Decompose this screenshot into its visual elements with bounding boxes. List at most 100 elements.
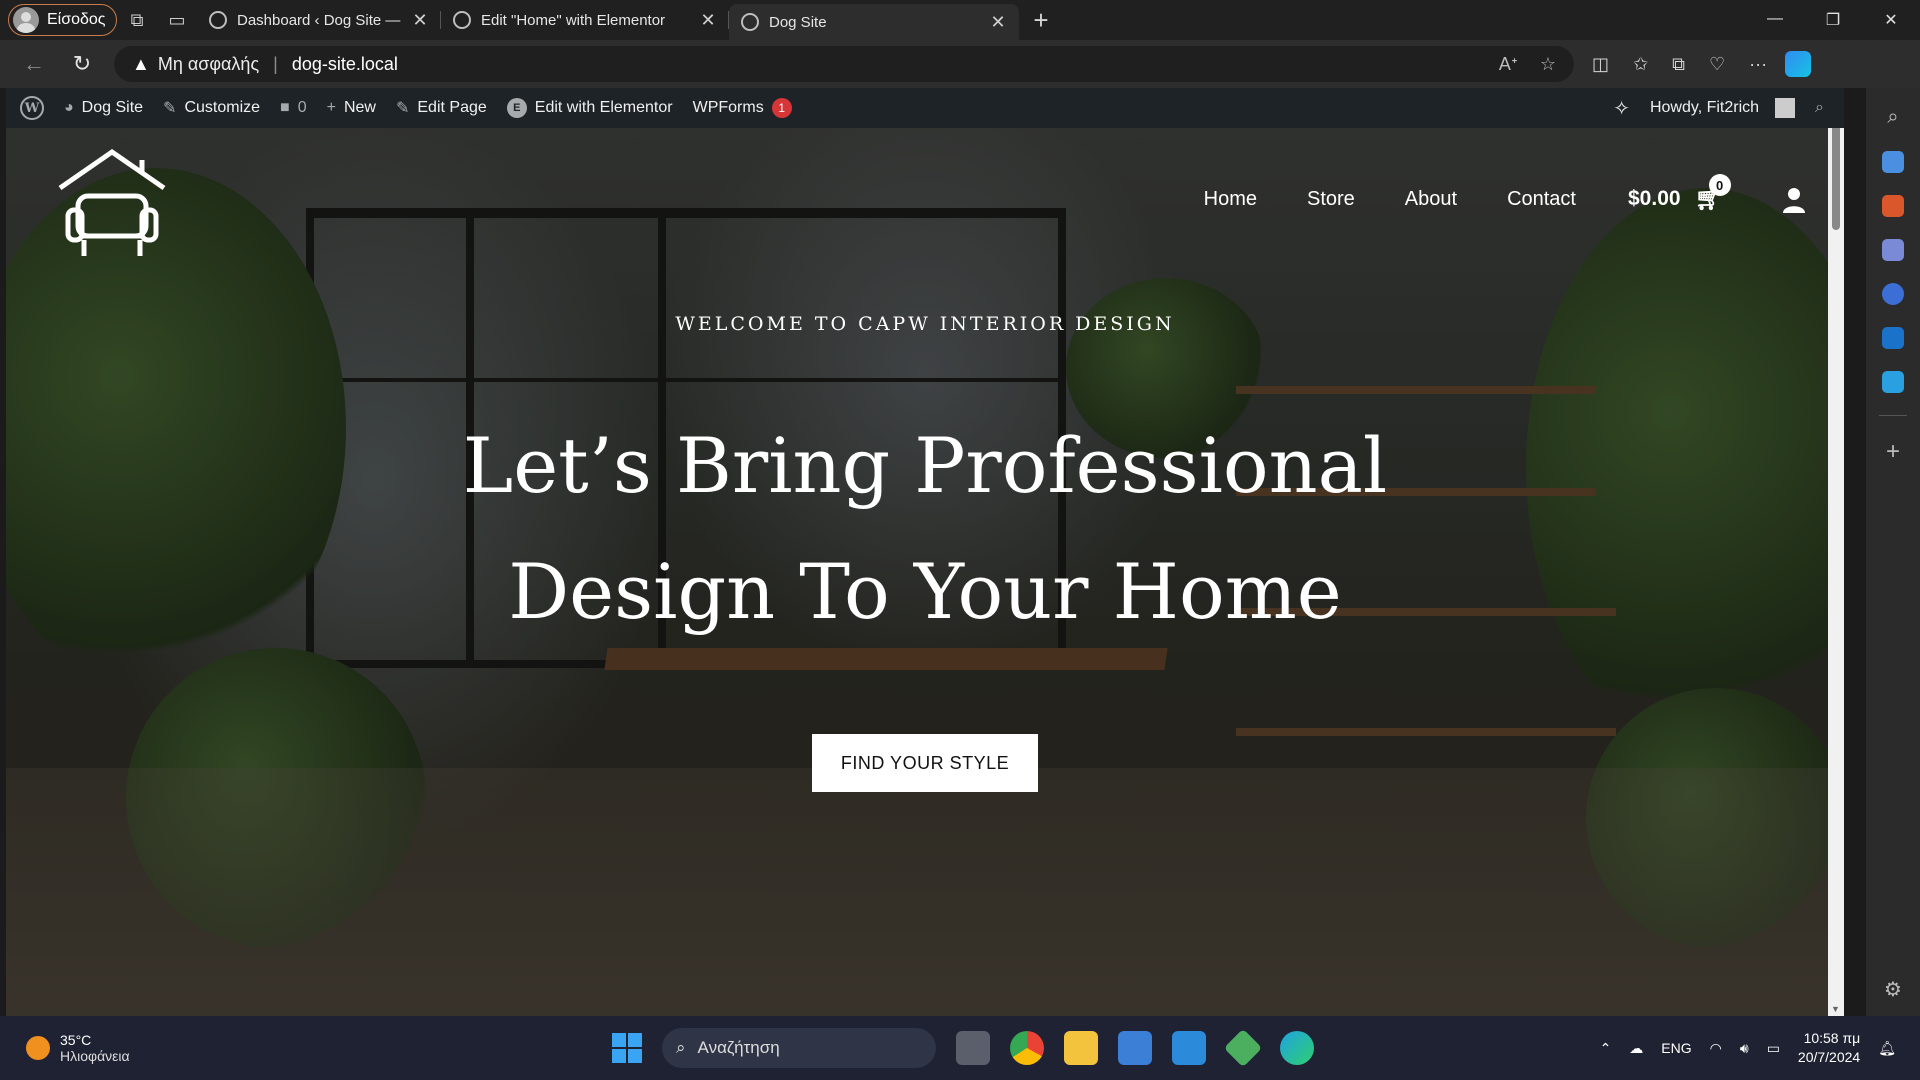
close-window-icon[interactable]: ✕ [1862, 10, 1920, 30]
microsoft-store-icon[interactable] [1118, 1031, 1152, 1065]
tab-dashboard[interactable]: Dashboard ‹ Dog Site — WordPress ✕ [197, 0, 441, 40]
wp-edit-page[interactable]: ✎ Edit Page [386, 88, 497, 128]
site-nav: Home Store About Contact [1204, 188, 1576, 211]
nav-contact[interactable]: Contact [1507, 188, 1576, 211]
outlook-icon[interactable] [1882, 327, 1904, 349]
close-tab-icon[interactable]: ✕ [411, 10, 429, 31]
taskbar-search[interactable]: ⌕ Αναζήτηση [662, 1028, 936, 1068]
wp-edit-elementor[interactable]: E Edit with Elementor [497, 88, 683, 128]
edge-icon[interactable] [1280, 1031, 1314, 1065]
cart-total: $0.00 [1628, 187, 1681, 210]
profile-label: Είσοδος [47, 11, 106, 28]
read-aloud-icon[interactable]: Aᐩ [1499, 54, 1518, 75]
clock[interactable]: 10:58 πμ 20/7/2024 [1798, 1029, 1860, 1067]
wpforms-count-badge: 1 [771, 98, 792, 118]
security-label[interactable]: Μη ασφαλής [158, 54, 259, 75]
tab-title: Dog Site [769, 13, 827, 31]
minimize-icon[interactable]: — [1746, 10, 1804, 30]
wp-site-name[interactable]: ◕ Dog Site [54, 88, 153, 128]
wp-search[interactable]: ⌕ [1805, 88, 1844, 128]
wordpress-favicon-icon [453, 11, 471, 29]
wp-ai-assistant[interactable]: ✧ [1603, 88, 1640, 128]
brush-icon: ✎ [163, 100, 177, 117]
collections-icon[interactable]: ⧉ [1672, 54, 1685, 75]
drop-icon[interactable] [1882, 371, 1904, 393]
sun-icon [26, 1036, 50, 1060]
warning-icon: ▲ [132, 53, 150, 74]
refresh-icon[interactable]: ↻ [58, 51, 106, 77]
workspaces-icon[interactable]: ⧉ [117, 0, 157, 40]
weather-widget[interactable]: 35°C Ηλιοφάνεια [26, 1032, 130, 1064]
new-tab-button[interactable]: + [1019, 5, 1063, 36]
sidebar-settings-icon[interactable]: ⚙ [1884, 977, 1902, 1002]
address-bar[interactable]: ▲ Μη ασφαλής | dog-site.local Aᐩ ☆ [114, 46, 1574, 82]
search-icon[interactable]: ⌕ [1887, 106, 1898, 129]
url-text[interactable]: dog-site.local [292, 54, 398, 75]
find-your-style-button[interactable]: FIND YOUR STYLE [812, 734, 1038, 792]
scroll-down-icon[interactable]: ▼ [1831, 1004, 1840, 1014]
search-icon: ⌕ [676, 1038, 686, 1057]
notification-bell-icon[interactable]: 🔔︎ [1878, 1040, 1896, 1057]
mail-icon[interactable] [1172, 1031, 1206, 1065]
chevron-up-icon[interactable]: ⌃ [1600, 1040, 1612, 1057]
browser-essentials-icon[interactable]: ♡ [1709, 54, 1725, 75]
copilot-icon[interactable] [1785, 51, 1812, 77]
page-viewport: W ◕ Dog Site ✎ Customize ■ 0 + New ✎ Edi… [6, 88, 1844, 1016]
site-logo-icon[interactable] [54, 148, 170, 268]
browser-tab-strip: Είσοδος ⧉ ▭ Dashboard ‹ Dog Site — WordP… [0, 0, 1920, 40]
language-indicator[interactable]: ENG [1661, 1040, 1691, 1056]
page-scrollbar[interactable]: ▲ ▼ [1828, 88, 1844, 1016]
site-name-label: Dog Site [81, 99, 144, 116]
profile-button[interactable]: Είσοδος [8, 4, 117, 36]
wpforms-label: WPForms [692, 99, 764, 116]
chrome-icon[interactable] [1010, 1031, 1044, 1065]
file-explorer-icon[interactable] [1064, 1031, 1098, 1065]
hero-headline: Let’s Bring Professional Design To Your … [6, 403, 1844, 655]
tab-actions-icon[interactable]: ▭ [157, 0, 197, 40]
edge-sidebar: ⌕ + ⚙ [1866, 88, 1920, 1016]
hero-section: Home Store About Contact $0.00 🛒︎ 0 WELC… [6, 128, 1844, 1016]
task-view-icon[interactable] [956, 1031, 990, 1065]
shopping-tag-icon[interactable] [1882, 151, 1904, 173]
wp-new[interactable]: + New [317, 88, 386, 128]
microsoft-365-icon[interactable] [1882, 283, 1904, 305]
tools-icon[interactable] [1882, 195, 1904, 217]
search-icon: ⌕ [1815, 99, 1824, 116]
hero-kicker: WELCOME TO CAPW INTERIOR DESIGN [675, 313, 1175, 335]
tab-elementor[interactable]: Edit "Home" with Elementor ✕ [441, 0, 729, 40]
wp-customize[interactable]: ✎ Customize [153, 88, 270, 128]
time: 10:58 πμ [1803, 1030, 1861, 1046]
windows-taskbar: 35°C Ηλιοφάνεια ⌕ Αναζήτηση ⌃ ☁ ENG ◠ 🔊︎… [0, 1016, 1920, 1080]
favorites-icon[interactable]: ✩ [1633, 54, 1648, 75]
favorite-star-icon[interactable]: ☆ [1540, 54, 1556, 75]
wp-comments[interactable]: ■ 0 [270, 88, 317, 128]
split-screen-icon[interactable]: ◫ [1592, 54, 1609, 75]
back-icon[interactable]: ← [10, 51, 58, 77]
windows-start-icon[interactable] [612, 1033, 642, 1063]
wp-admin-bar: W ◕ Dog Site ✎ Customize ■ 0 + New ✎ Edi… [6, 88, 1844, 128]
wp-wpforms[interactable]: WPForms 1 [683, 88, 802, 128]
tab-title: Dashboard ‹ Dog Site — WordPress [237, 11, 401, 29]
close-tab-icon[interactable]: ✕ [989, 12, 1007, 33]
more-menu-icon[interactable]: ··· [1749, 54, 1767, 75]
wp-my-account[interactable]: Howdy, Fit2rich [1640, 88, 1805, 128]
wifi-icon[interactable]: ◠ [1710, 1040, 1722, 1057]
close-tab-icon[interactable]: ✕ [699, 10, 717, 31]
games-icon[interactable] [1882, 239, 1904, 261]
wp-logo-menu[interactable]: W [6, 88, 54, 128]
wordpress-favicon-icon [209, 11, 227, 29]
nav-store[interactable]: Store [1307, 188, 1355, 211]
tab-title: Edit "Home" with Elementor [481, 11, 666, 29]
volume-icon[interactable]: 🔊︎ [1740, 1040, 1749, 1057]
account-icon[interactable] [1782, 186, 1806, 214]
battery-icon[interactable]: ▭ [1767, 1040, 1780, 1057]
restore-icon[interactable]: ❐ [1804, 10, 1862, 30]
onedrive-icon[interactable]: ☁ [1629, 1040, 1643, 1057]
add-sidebar-app-icon[interactable]: + [1886, 438, 1900, 466]
nav-home[interactable]: Home [1204, 188, 1257, 211]
cart-widget[interactable]: $0.00 🛒︎ 0 [1628, 174, 1731, 212]
nav-about[interactable]: About [1405, 188, 1457, 211]
tab-dog-site[interactable]: Dog Site ✕ [729, 4, 1019, 40]
address-toolbar: ← ↻ ▲ Μη ασφαλής | dog-site.local Aᐩ ☆ ◫… [0, 40, 1920, 88]
app-diamond-icon[interactable] [1223, 1028, 1263, 1068]
